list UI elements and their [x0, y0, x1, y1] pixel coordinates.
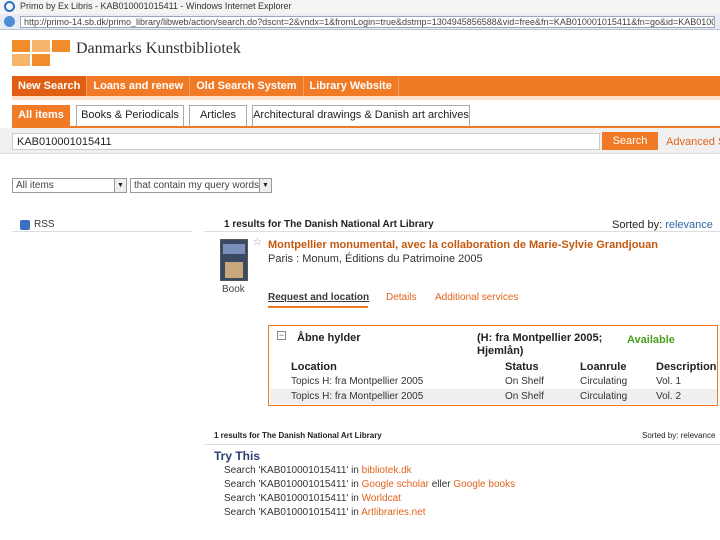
results-library: The Danish National Art Library — [284, 219, 434, 230]
try-this-item: Search 'KAB010001015411' in Artlibraries… — [224, 507, 426, 518]
footer-results-count: 1 results for — [214, 431, 260, 440]
sort-label: Sorted by: — [612, 219, 663, 231]
sort-value[interactable]: relevance — [665, 219, 713, 231]
try-prefix: Search 'KAB010001015411' in — [224, 507, 359, 518]
holding-row: Topics H: fra Montpellier 2005 On Shelf … — [270, 389, 717, 404]
collapse-icon[interactable]: − — [277, 331, 286, 340]
nav-library-website[interactable]: Library Website — [304, 76, 399, 96]
footer-divider — [204, 444, 720, 445]
operator-select[interactable]: that contain my query words ▼ — [130, 178, 272, 193]
try-link[interactable]: Google books — [453, 479, 515, 490]
tab-architectural-drawings[interactable]: Architectural drawings & Danish art arch… — [252, 105, 470, 126]
call-number: (H: fra Montpellier 2005; Hjemlån) — [477, 332, 603, 357]
nav-loans-renew[interactable]: Loans and renew — [87, 76, 191, 96]
url-field[interactable]: http://primo-14.sb.dk/primo_library/libw… — [20, 16, 715, 28]
footer-sort-control[interactable]: Sorted by: relevance — [642, 431, 715, 440]
location-name: Åbne hylder — [297, 332, 361, 344]
holding-loanrule: Circulating — [580, 391, 628, 402]
chevron-down-icon: ▼ — [114, 179, 126, 192]
try-middle: eller — [431, 479, 451, 490]
footer-results-header: 1 results for The Danish National Art Li… — [214, 431, 382, 440]
tab-books-periodicals[interactable]: Books & Periodicals — [76, 105, 184, 126]
field-select[interactable]: All items ▼ — [12, 178, 127, 193]
chevron-down-icon: ▼ — [259, 179, 271, 192]
left-panel: RSS — [12, 216, 192, 232]
results-divider — [204, 231, 720, 232]
star-icon[interactable]: ☆ — [253, 237, 262, 248]
try-this-item: Search 'KAB010001015411' in Worldcat — [224, 493, 401, 504]
browser-icon — [4, 1, 15, 12]
holding-status: On Shelf — [505, 391, 544, 402]
tab-additional-services[interactable]: Additional services — [435, 292, 518, 303]
tab-articles[interactable]: Articles — [189, 105, 247, 126]
page-icon — [4, 16, 15, 27]
footer-results-library: The Danish National Art Library — [262, 431, 382, 440]
rss-link[interactable]: RSS — [34, 219, 55, 230]
nav-new-search[interactable]: New Search — [12, 76, 88, 96]
try-prefix: Search 'KAB010001015411' in — [224, 493, 359, 504]
operator-select-value: that contain my query words — [134, 180, 260, 191]
holding-description: Vol. 1 — [656, 376, 682, 387]
window-titlebar: Primo by Ex Libris - KAB010001015411 - W… — [0, 0, 720, 14]
try-this-item: Search 'KAB010001015411' in Google schol… — [224, 479, 515, 490]
window-title: Primo by Ex Libris - KAB010001015411 - W… — [20, 1, 292, 11]
holding-row: Topics H: fra Montpellier 2005 On Shelf … — [270, 374, 717, 389]
search-input[interactable] — [12, 133, 600, 150]
try-link[interactable]: bibliotek.dk — [362, 465, 412, 476]
footer-sort-value[interactable]: relevance — [681, 431, 716, 440]
try-prefix: Search 'KAB010001015411' in — [224, 479, 359, 490]
col-loanrule: Loanrule — [580, 361, 627, 373]
sort-control[interactable]: Sorted by: relevance — [612, 219, 713, 231]
holding-description: Vol. 2 — [656, 391, 682, 402]
nav-old-search[interactable]: Old Search System — [190, 76, 304, 96]
search-button[interactable]: Search — [602, 132, 658, 150]
col-status: Status — [505, 361, 539, 373]
try-link[interactable]: Artlibraries.net — [361, 507, 425, 518]
record-type: Book — [222, 284, 245, 295]
tab-all-items[interactable]: All items — [12, 105, 70, 126]
availability-status: Available — [627, 334, 675, 346]
holdings-panel: − Åbne hylder (H: fra Montpellier 2005; … — [268, 325, 718, 406]
results-count: 1 results for — [224, 219, 282, 230]
holding-location: Topics H: fra Montpellier 2005 — [291, 391, 424, 402]
book-cover-image[interactable] — [220, 239, 248, 281]
search-bar: Search Advanced S — [0, 128, 720, 154]
rss-icon[interactable] — [20, 220, 30, 230]
try-this-item: Search 'KAB010001015411' in bibliotek.dk — [224, 465, 412, 476]
nav-divider — [12, 96, 720, 100]
advanced-search-link[interactable]: Advanced S — [666, 136, 720, 148]
footer-sort-label: Sorted by: — [642, 431, 679, 440]
main-nav: New Search Loans and renew Old Search Sy… — [12, 76, 720, 96]
address-bar: http://primo-14.sb.dk/primo_library/libw… — [0, 14, 720, 30]
col-description: Description — [656, 361, 717, 373]
tab-request-location[interactable]: Request and location — [268, 292, 369, 303]
field-select-value: All items — [16, 180, 54, 191]
try-link[interactable]: Worldcat — [362, 493, 401, 504]
col-location: Location — [291, 361, 337, 373]
try-prefix: Search 'KAB010001015411' in — [224, 465, 359, 476]
holding-location: Topics H: fra Montpellier 2005 — [291, 376, 424, 387]
holding-loanrule: Circulating — [580, 376, 628, 387]
results-header: 1 results for The Danish National Art Li… — [224, 219, 434, 230]
record-publication: Paris : Monum, Éditions du Patrimoine 20… — [268, 253, 483, 265]
holding-status: On Shelf — [505, 376, 544, 387]
try-this-heading: Try This — [214, 449, 261, 463]
record-tab-underline — [268, 306, 368, 308]
record-title[interactable]: Montpellier monumental, avec la collabor… — [268, 239, 658, 251]
tab-details[interactable]: Details — [386, 292, 417, 303]
logo-text: Danmarks Kunstbibliotek — [76, 40, 241, 57]
try-link[interactable]: Google scholar — [362, 479, 429, 490]
